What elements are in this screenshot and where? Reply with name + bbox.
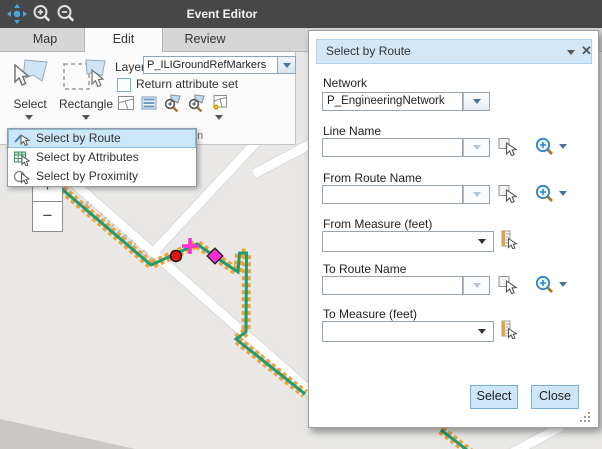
rectangle-tool-icon [62,57,108,100]
select-button[interactable]: Select [470,385,518,409]
select-tool-button[interactable]: Select [4,55,56,133]
tab-map[interactable]: Map [6,28,84,51]
rectangle-tool-button[interactable]: Rectangle [58,55,114,133]
panel-close-icon[interactable]: ✕ [581,43,592,59]
layer-combo[interactable]: P_ILIGroundRefMarkers [143,56,296,74]
line-name-zoom-icon[interactable] [535,137,554,161]
line-name-combo[interactable] [322,138,490,157]
to-route-name-combo-value [322,276,463,295]
return-attribute-set-checkbox[interactable] [117,78,131,92]
menu-item-label: Select by Attributes [36,150,139,164]
network-label: Network [323,76,367,90]
to-route-name-combo[interactable] [322,276,490,295]
to-measure-combo[interactable] [322,321,494,342]
to-route-zoom-icon[interactable] [535,275,554,299]
to-route-name-combo-arrow-button[interactable] [463,276,490,295]
line-name-combo-arrow-button[interactable] [463,138,490,157]
network-combo-arrow-button[interactable] [463,92,490,111]
network-combo-value: P_EngineeringNetwork [322,92,463,111]
panel-title: Select by Route [326,40,411,63]
zoom-to-selection-icon[interactable] [163,94,181,112]
from-route-name-combo-arrow-button[interactable] [463,185,490,204]
layer-combo-arrow-button[interactable] [278,56,296,74]
from-route-zoom-caret-icon[interactable] [559,191,567,196]
red-point-marker [171,251,182,262]
selection-options-caret-icon[interactable] [215,115,223,120]
to-measure-ruler-icon[interactable] [499,320,518,344]
parcel-polygon-icon[interactable] [117,94,135,112]
line-name-zoom-caret-icon[interactable] [559,144,567,149]
menu-item-select-by-proximity[interactable]: Select by Proximity [8,167,196,186]
panel-resize-grip[interactable] [580,412,582,414]
select-dropdown-caret-icon[interactable] [25,115,33,120]
attribute-list-icon[interactable] [140,94,158,112]
app-title: Event Editor [0,0,444,28]
pan-to-selection-icon[interactable] [187,94,205,112]
menu-item-label: Select by Route [36,131,121,145]
select-tool-icon [8,57,50,100]
event-editor-window: N JULIAN RD + − [0,0,602,449]
menu-item-select-by-route[interactable]: Select by Route [8,129,196,148]
tab-edit[interactable]: Edit [84,28,163,52]
from-route-select-on-map-icon[interactable] [498,184,517,208]
select-by-proximity-icon [13,168,30,191]
close-button[interactable]: Close [531,385,579,409]
from-measure-ruler-icon[interactable] [499,230,518,254]
to-route-select-on-map-icon[interactable] [498,275,517,299]
rectangle-dropdown-caret-icon[interactable] [82,115,90,120]
tab-review[interactable]: Review [162,28,248,51]
from-route-name-combo[interactable] [322,185,490,204]
from-route-name-label: From Route Name [323,171,422,185]
menu-item-select-by-attributes[interactable]: Select by Attributes [8,148,196,167]
from-measure-label: From Measure (feet) [323,217,432,231]
titlebar: Event Editor [0,0,602,28]
selection-options-icon[interactable] [210,94,228,112]
rectangle-tool-label: Rectangle [58,97,114,111]
from-measure-combo[interactable] [322,231,494,252]
line-name-combo-value [322,138,463,157]
menu-item-label: Select by Proximity [36,169,138,183]
line-name-label: Line Name [323,124,381,138]
from-route-name-combo-value [322,185,463,204]
return-attribute-set-label: Return attribute set [136,77,238,91]
select-tool-label: Select [4,97,56,111]
layer-combo-value: P_ILIGroundRefMarkers [143,56,278,74]
panel-collapse-caret-icon[interactable] [567,50,575,55]
line-name-select-on-map-icon[interactable] [498,137,517,161]
to-route-zoom-caret-icon[interactable] [559,282,567,287]
to-route-name-label: To Route Name [323,262,406,276]
to-measure-label: To Measure (feet) [323,307,417,321]
map-zoom-out-button[interactable]: − [32,201,63,232]
network-combo[interactable]: P_EngineeringNetwork [322,92,490,111]
panel-header[interactable]: Select by Route ✕ [316,39,592,64]
from-route-zoom-icon[interactable] [535,184,554,208]
select-dropdown-menu: Select by Route Select by Attributes Sel… [7,128,197,187]
select-by-route-panel: Select by Route ✕ Network P_EngineeringN… [308,30,599,428]
